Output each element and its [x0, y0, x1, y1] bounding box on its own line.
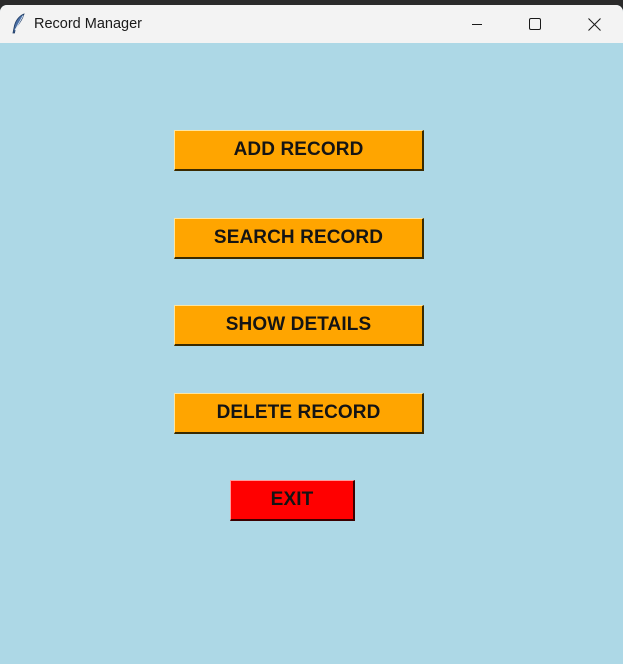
exit-button[interactable]: EXIT: [230, 480, 355, 521]
search-record-button[interactable]: SEARCH RECORD: [174, 218, 424, 259]
main-content: ADD RECORD SEARCH RECORD SHOW DETAILS DE…: [0, 43, 623, 664]
show-details-button[interactable]: SHOW DETAILS: [174, 305, 424, 346]
close-icon: [587, 17, 601, 31]
maximize-icon: [529, 18, 541, 30]
title-bar[interactable]: Record Manager: [0, 5, 623, 43]
minimize-icon: [471, 18, 483, 30]
app-window: Record Manager ADD RECORD SEARCH RECORD …: [0, 5, 623, 664]
feather-icon: [10, 13, 28, 35]
maximize-button[interactable]: [506, 5, 564, 43]
minimize-button[interactable]: [448, 5, 506, 43]
close-button[interactable]: [565, 5, 623, 43]
add-record-button[interactable]: ADD RECORD: [174, 130, 424, 171]
delete-record-button[interactable]: DELETE RECORD: [174, 393, 424, 434]
window-title: Record Manager: [34, 16, 142, 32]
